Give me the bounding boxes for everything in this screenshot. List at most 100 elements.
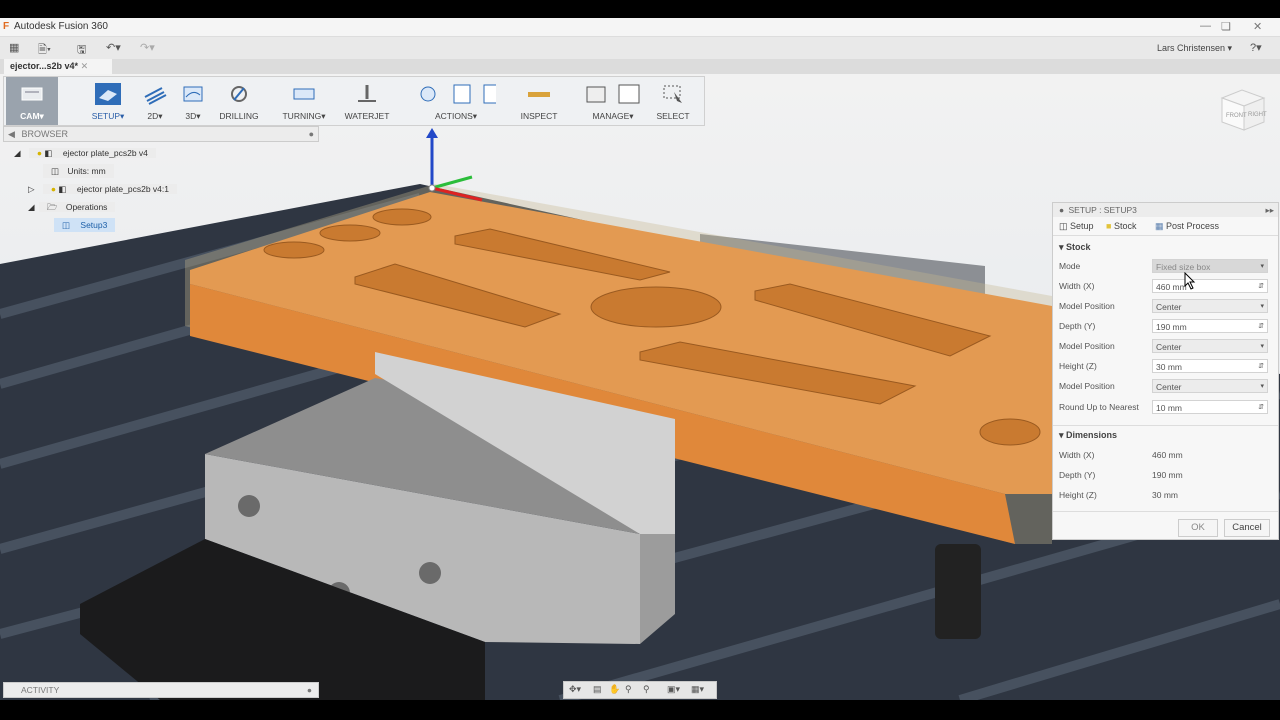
tab-post-process[interactable]: ▦ Post Process xyxy=(1155,221,1219,232)
setup3-label: Setup3 xyxy=(80,220,108,230)
toolbar-drilling[interactable]: DRILLING xyxy=(216,77,262,125)
model-position-label: Model Position xyxy=(1059,301,1115,311)
tab-setup[interactable]: ◫ Setup xyxy=(1059,221,1094,232)
setup-tab-icon: ◫ xyxy=(1059,221,1068,231)
expand-arrow-icon[interactable]: ◢ xyxy=(28,202,35,212)
height-label: Height (Z) xyxy=(1059,361,1097,371)
field-model-position-y: Model Position Center ▾ xyxy=(1053,337,1278,357)
close-icon[interactable]: ✕ xyxy=(1253,20,1262,33)
collapse-icon[interactable]: ◀ xyxy=(8,129,15,139)
fit-icon[interactable]: ⚲ xyxy=(643,684,650,695)
user-name[interactable]: Lars Christensen ▾ xyxy=(1157,43,1232,54)
browser-title: BROWSER xyxy=(21,129,68,139)
cancel-button[interactable]: Cancel xyxy=(1224,519,1270,537)
save-icon[interactable]: 🖫 xyxy=(77,41,86,60)
tree-root[interactable]: ◢ ● ◧ ejector plate_pcs2b v4 xyxy=(14,146,156,160)
ok-button[interactable]: OK xyxy=(1178,519,1218,537)
field-round-up: Round Up to Nearest 10 mm ⇵ xyxy=(1053,398,1278,418)
viewcube-front-label: FRONT xyxy=(1226,113,1247,119)
field-model-position-x: Model Position Center ▾ xyxy=(1053,297,1278,317)
lightbulb-icon[interactable]: ● xyxy=(37,148,42,158)
toolbar-manage[interactable]: MANAGE▾ xyxy=(582,77,644,125)
field-model-position-z: Model Position Center ▾ xyxy=(1053,377,1278,397)
workspace-switcher[interactable]: CAM▾ xyxy=(6,77,58,125)
dim-width-label: Width (X) xyxy=(1059,450,1095,460)
field-width: Width (X) 460 mm ⇵ xyxy=(1053,277,1278,297)
maximize-icon[interactable]: ❏ xyxy=(1221,20,1231,33)
zoom-icon[interactable]: ⚲ xyxy=(625,684,632,695)
model-position-y-select[interactable]: Center ▾ xyxy=(1152,339,1268,353)
document-tab-row: ejector...s2b v4* ✕ xyxy=(0,59,1280,74)
grid-settings-icon[interactable]: ▦▾ xyxy=(691,684,704,695)
tree-component[interactable]: ▷ ● ◧ ejector plate_pcs2b v4:1 xyxy=(28,182,177,196)
expand-dialog-icon[interactable]: ▸▸ xyxy=(1265,203,1274,217)
undo-icon[interactable]: ↶▾ xyxy=(106,41,121,54)
activity-bar[interactable]: ACTIVITY ● xyxy=(3,682,319,698)
pin-icon[interactable]: ● xyxy=(307,683,312,697)
toolbar-waterjet[interactable]: WATERJET xyxy=(342,77,392,125)
dim-depth: Depth (Y) 190 mm xyxy=(1053,466,1278,486)
document-tab[interactable]: ejector...s2b v4* ✕ xyxy=(4,59,112,74)
toolbar-turning[interactable]: TURNING▾ xyxy=(280,77,328,125)
tree-setup3[interactable]: ◫ Setup3 xyxy=(54,218,116,232)
pin-icon[interactable]: ● xyxy=(309,127,314,141)
orbit-icon[interactable]: ✥▾ xyxy=(569,684,581,695)
dialog-icon: ● xyxy=(1059,205,1065,215)
display-settings-icon[interactable]: ▣▾ xyxy=(667,684,680,695)
dimensions-section-header[interactable]: ▾ Dimensions xyxy=(1059,430,1117,441)
toolbar-setup[interactable]: SETUP▾ xyxy=(88,77,128,125)
spinner-icon[interactable]: ⇵ xyxy=(1258,280,1264,294)
toolbar-2d[interactable]: 2D▾ xyxy=(138,77,172,125)
spinner-icon[interactable]: ⇵ xyxy=(1258,401,1264,415)
spinner-icon[interactable]: ⇵ xyxy=(1258,320,1264,334)
viewcube-icon: FRONT RIGHT xyxy=(1220,89,1267,131)
stock-tab-icon: ■ xyxy=(1106,221,1112,231)
component-label: ejector plate_pcs2b v4:1 xyxy=(76,184,169,194)
dim-height-value: 30 mm xyxy=(1152,490,1178,500)
dim-height: Height (Z) 30 mm xyxy=(1053,486,1278,506)
redo-icon[interactable]: ↷▾ xyxy=(140,41,155,54)
actions-icons xyxy=(420,84,496,104)
tree-units[interactable]: ◫ Units: mm xyxy=(43,164,114,178)
round-up-input[interactable]: 10 mm ⇵ xyxy=(1152,400,1268,414)
lightbulb-icon[interactable]: ● xyxy=(51,184,56,194)
pan-icon[interactable]: ✋ xyxy=(609,684,620,695)
dim-width-value: 460 mm xyxy=(1152,450,1183,460)
spinner-icon[interactable]: ⇵ xyxy=(1258,360,1264,374)
dialog-title: SETUP : SETUP3 xyxy=(1068,205,1137,215)
tab-close-icon[interactable]: ✕ xyxy=(81,61,89,71)
expand-arrow-icon[interactable]: ◢ xyxy=(14,148,21,158)
dropdown-arrow-icon: ▾ xyxy=(1260,303,1264,310)
help-icon[interactable]: ?▾ xyxy=(1250,41,1262,54)
stock-section-header[interactable]: ▾ Stock xyxy=(1059,242,1091,253)
height-input[interactable]: 30 mm ⇵ xyxy=(1152,359,1268,373)
model-position-label: Model Position xyxy=(1059,381,1115,391)
model-position-x-select[interactable]: Center ▾ xyxy=(1152,299,1268,313)
expand-arrow-icon[interactable]: ▷ xyxy=(28,184,35,194)
toolbar-3d[interactable]: 3D▾ xyxy=(176,77,210,125)
grid-menu-icon[interactable]: ▦ xyxy=(9,41,19,54)
look-at-icon[interactable]: ▤ xyxy=(593,684,602,695)
post-process-tab-icon: ▦ xyxy=(1155,221,1164,231)
toolbar-select[interactable]: SELECT xyxy=(654,77,692,125)
dim-width: Width (X) 460 mm xyxy=(1053,446,1278,466)
file-icon[interactable]: 🗎▾ xyxy=(38,41,51,60)
tab-stock[interactable]: ■ Stock xyxy=(1106,221,1136,231)
width-input[interactable]: 460 mm ⇵ xyxy=(1152,279,1268,293)
browser-header[interactable]: ◀ BROWSER ● xyxy=(3,126,319,142)
tree-operations[interactable]: ◢ 🗁 Operations xyxy=(28,200,116,214)
toolbar-actions[interactable]: ACTIONS▾ xyxy=(408,77,504,125)
waterjet-icon xyxy=(358,85,376,102)
quick-access-bar: ▦ 🗎▾ 🖫 ↶▾ ↷▾ Lars Christensen ▾ ?▾ xyxy=(0,37,1280,60)
2d-milling-icon xyxy=(144,87,167,105)
model-position-z-select[interactable]: Center ▾ xyxy=(1152,379,1268,393)
toolbar-inspect[interactable]: INSPECT xyxy=(516,77,562,125)
minimize-icon[interactable]: — xyxy=(1200,20,1211,32)
depth-input[interactable]: 190 mm ⇵ xyxy=(1152,319,1268,333)
dialog-header[interactable]: ● SETUP : SETUP3 ▸▸ xyxy=(1053,203,1278,217)
setup-dialog: ● SETUP : SETUP3 ▸▸ ◫ Setup ■ Stock ▦ Po… xyxy=(1052,202,1279,540)
mode-select[interactable]: Fixed size box ▾ xyxy=(1152,259,1268,273)
viewcube[interactable]: FRONT RIGHT xyxy=(1218,86,1268,132)
cam-workspace-icon xyxy=(21,87,43,101)
navigation-bar: ✥▾ ▤ ✋ ⚲ ⚲ ▣▾ ▦▾ xyxy=(563,681,717,699)
